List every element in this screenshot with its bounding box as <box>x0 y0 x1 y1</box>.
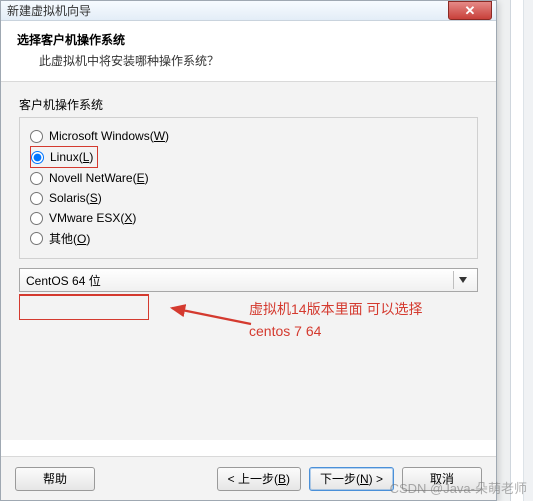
radio-windows[interactable]: Microsoft Windows(W) <box>30 126 467 146</box>
radio-vmware-esx-input[interactable] <box>30 212 43 225</box>
radio-other[interactable]: 其他(O) <box>30 228 467 248</box>
radio-vmware-esx-label: VMware ESX(X) <box>49 211 136 225</box>
wizard-window: 新建虚拟机向导 ✕ 选择客户机操作系统 此虚拟机中将安装哪种操作系统？ 客户机操… <box>0 0 497 501</box>
highlight-linux-box: Linux(L) <box>30 146 98 168</box>
version-selected: CentOS 64 位 <box>26 272 101 289</box>
radio-solaris-label: Solaris(S) <box>49 191 102 205</box>
radio-netware[interactable]: Novell NetWare(E) <box>30 168 467 188</box>
footer: 帮助 < 上一步(B) 下一步(N) > 取消 <box>1 456 496 500</box>
radio-solaris[interactable]: Solaris(S) <box>30 188 467 208</box>
radio-windows-input[interactable] <box>30 130 43 143</box>
radio-windows-label: Microsoft Windows(W) <box>49 129 169 143</box>
window-title: 新建虚拟机向导 <box>7 2 91 19</box>
radio-linux-input[interactable] <box>31 151 44 164</box>
side-stripe-inner <box>523 0 533 501</box>
back-button[interactable]: < 上一步(B) <box>217 467 301 491</box>
os-group-box: Microsoft Windows(W) Linux(L) Novell Net… <box>19 117 478 259</box>
radio-netware-label: Novell NetWare(E) <box>49 171 149 185</box>
os-group-label: 客户机操作系统 <box>19 96 478 113</box>
highlight-empty-box <box>19 294 149 320</box>
radio-other-label: 其他(O) <box>49 230 90 247</box>
cancel-button[interactable]: 取消 <box>402 467 482 491</box>
annotation-line1: 虚拟机14版本里面 可以选择 <box>249 298 422 320</box>
page-title: 选择客户机操作系统 <box>17 31 480 48</box>
radio-vmware-esx[interactable]: VMware ESX(X) <box>30 208 467 228</box>
version-combobox[interactable]: CentOS 64 位 <box>19 268 478 292</box>
radio-solaris-input[interactable] <box>30 192 43 205</box>
close-icon: ✕ <box>465 3 476 19</box>
header-pane: 选择客户机操作系统 此虚拟机中将安装哪种操作系统？ <box>1 21 496 82</box>
close-button[interactable]: ✕ <box>448 1 492 20</box>
help-button[interactable]: 帮助 <box>15 467 95 491</box>
radio-linux[interactable]: Linux(L) <box>31 147 93 167</box>
titlebar: 新建虚拟机向导 ✕ <box>1 1 496 21</box>
side-stripe <box>510 0 533 501</box>
radio-linux-label: Linux(L) <box>50 150 93 164</box>
radio-other-input[interactable] <box>30 232 43 245</box>
body-pane: 客户机操作系统 Microsoft Windows(W) Linux(L) No… <box>1 82 496 440</box>
radio-netware-input[interactable] <box>30 172 43 185</box>
highlight-version-box <box>19 294 149 296</box>
annotation-line2: centos 7 64 <box>249 320 422 342</box>
next-button[interactable]: 下一步(N) > <box>309 467 394 491</box>
page-subtitle: 此虚拟机中将安装哪种操作系统？ <box>17 52 480 69</box>
annotation-text: 虚拟机14版本里面 可以选择 centos 7 64 <box>249 298 422 343</box>
chevron-down-icon <box>453 271 471 289</box>
